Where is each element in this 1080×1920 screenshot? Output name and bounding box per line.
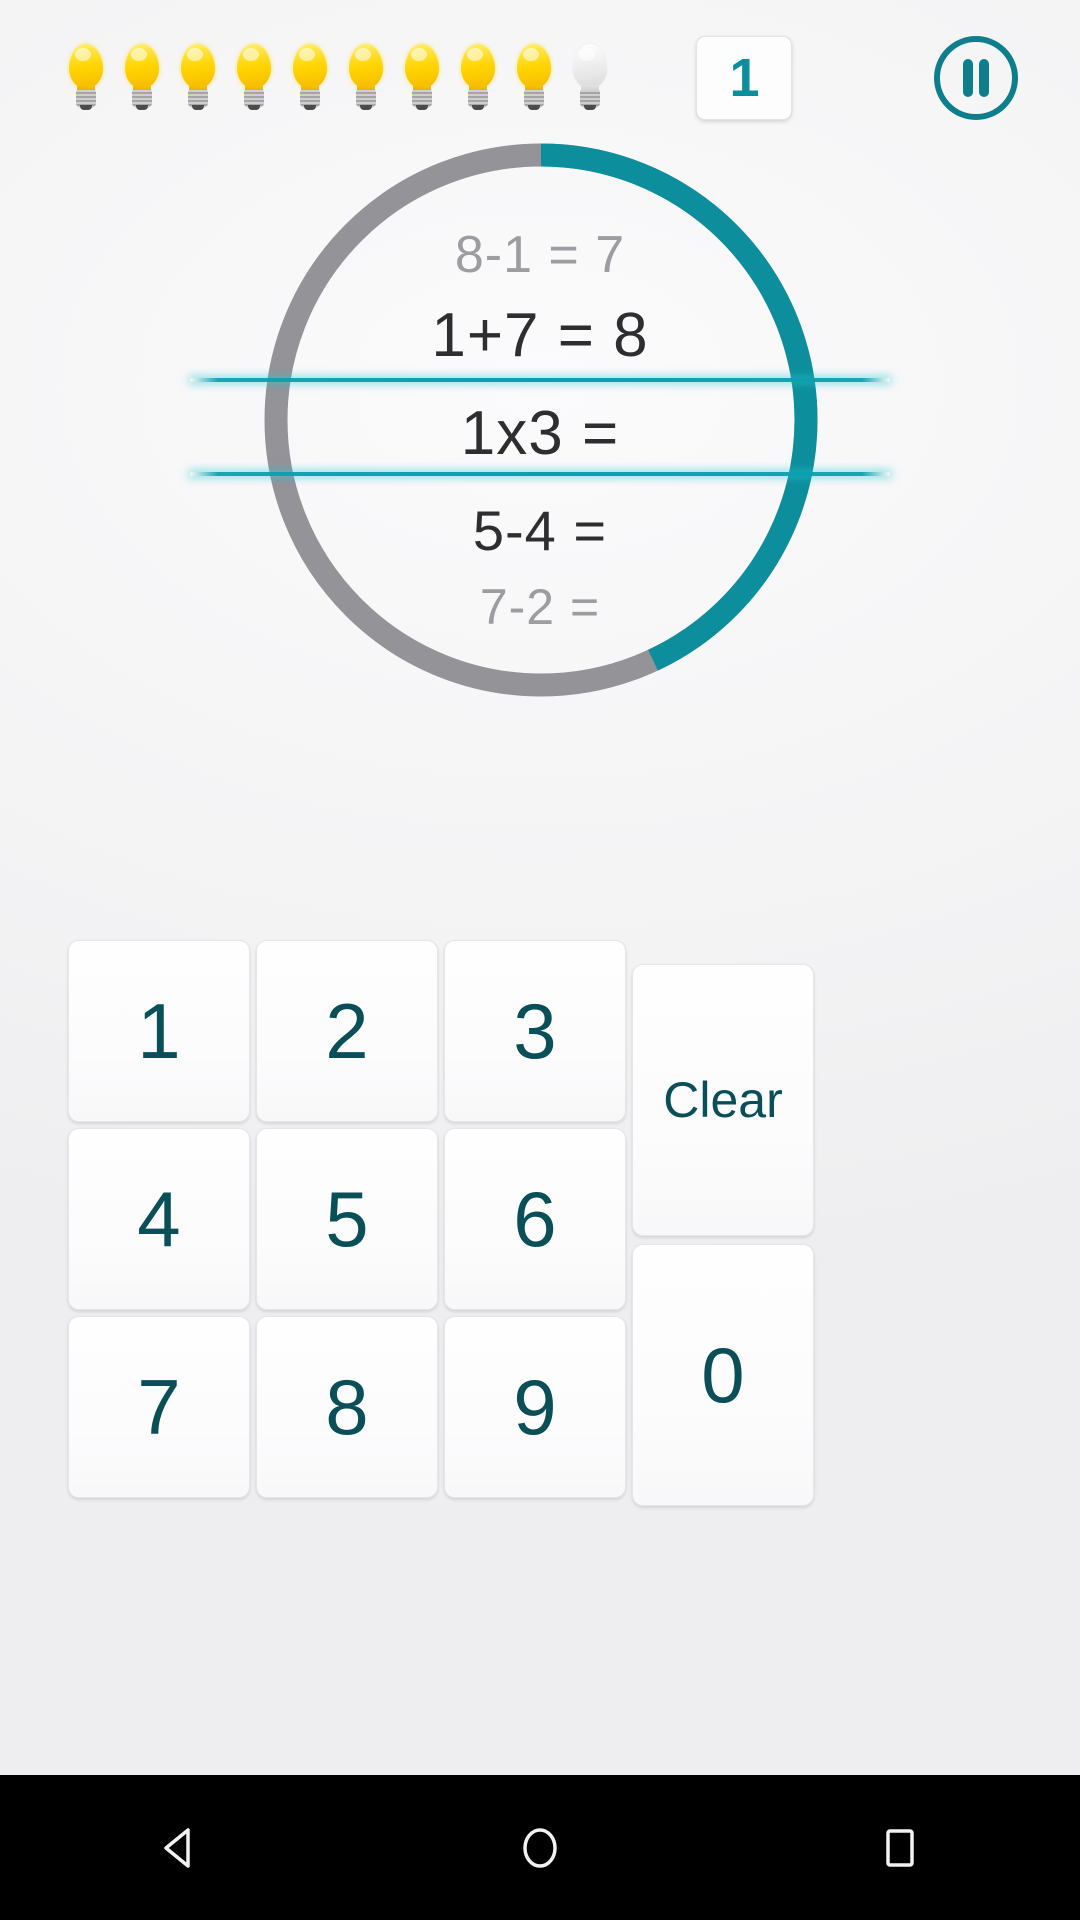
- lightbulb-icon: [62, 44, 110, 110]
- android-navigation-bar: [0, 1775, 1080, 1920]
- nav-home-button[interactable]: [470, 1775, 610, 1920]
- score-value: 1: [729, 48, 759, 108]
- lightbulb-icon: [118, 44, 166, 110]
- nav-recents-button[interactable]: [830, 1775, 970, 1920]
- equation-next-1: 5-4 =: [472, 499, 608, 562]
- key-8[interactable]: 8: [256, 1316, 438, 1498]
- equation-current: 1x3 =: [460, 399, 620, 468]
- lightbulb-icon: [566, 44, 614, 110]
- equation-past-1: 8-1 = 7: [454, 226, 626, 284]
- current-equation-divider-top: [190, 378, 890, 382]
- key-4[interactable]: 4: [68, 1128, 250, 1310]
- lightbulb-icon: [510, 44, 558, 110]
- clear-button[interactable]: Clear: [632, 964, 814, 1236]
- current-equation-divider-bottom: [190, 472, 890, 476]
- key-7[interactable]: 7: [68, 1316, 250, 1498]
- equation-past-2: 1+7 = 8: [431, 301, 649, 370]
- lives-indicator: [62, 44, 614, 110]
- lightbulb-icon: [342, 44, 390, 110]
- score-badge: 1: [696, 36, 792, 120]
- key-9[interactable]: 9: [444, 1316, 626, 1498]
- key-5[interactable]: 5: [256, 1128, 438, 1310]
- lightbulb-icon: [174, 44, 222, 110]
- pause-button[interactable]: [930, 32, 1022, 124]
- pause-icon: [934, 36, 1018, 120]
- top-bar: 1: [0, 0, 1080, 138]
- equation-next-2: 7-2 =: [479, 579, 601, 635]
- key-2[interactable]: 2: [256, 940, 438, 1122]
- recents-square-icon: [886, 1828, 914, 1867]
- question-ring-area: 8-1 = 7 1+7 = 8 1x3 = 5-4 = 7-2 =: [0, 120, 1080, 740]
- lightbulb-icon: [230, 44, 278, 110]
- equation-stack: 8-1 = 7 1+7 = 8 1x3 = 5-4 = 7-2 =: [190, 120, 890, 740]
- key-6[interactable]: 6: [444, 1128, 626, 1310]
- key-1[interactable]: 1: [68, 940, 250, 1122]
- game-screen: 1 8-1 = 7 1+7 = 8 1x3 = 5-4 = 7-2 = 1 2 …: [0, 0, 1080, 1920]
- home-circle-icon: [523, 1827, 557, 1868]
- key-0[interactable]: 0: [632, 1244, 814, 1506]
- number-keypad: 1 2 3 Clear 4 5 6 7 8 9 0: [68, 940, 1016, 1560]
- lightbulb-icon: [286, 44, 334, 110]
- back-triangle-icon: [164, 1827, 190, 1868]
- lightbulb-icon: [454, 44, 502, 110]
- key-3[interactable]: 3: [444, 940, 626, 1122]
- lightbulb-icon: [398, 44, 446, 110]
- nav-back-button[interactable]: [110, 1775, 250, 1920]
